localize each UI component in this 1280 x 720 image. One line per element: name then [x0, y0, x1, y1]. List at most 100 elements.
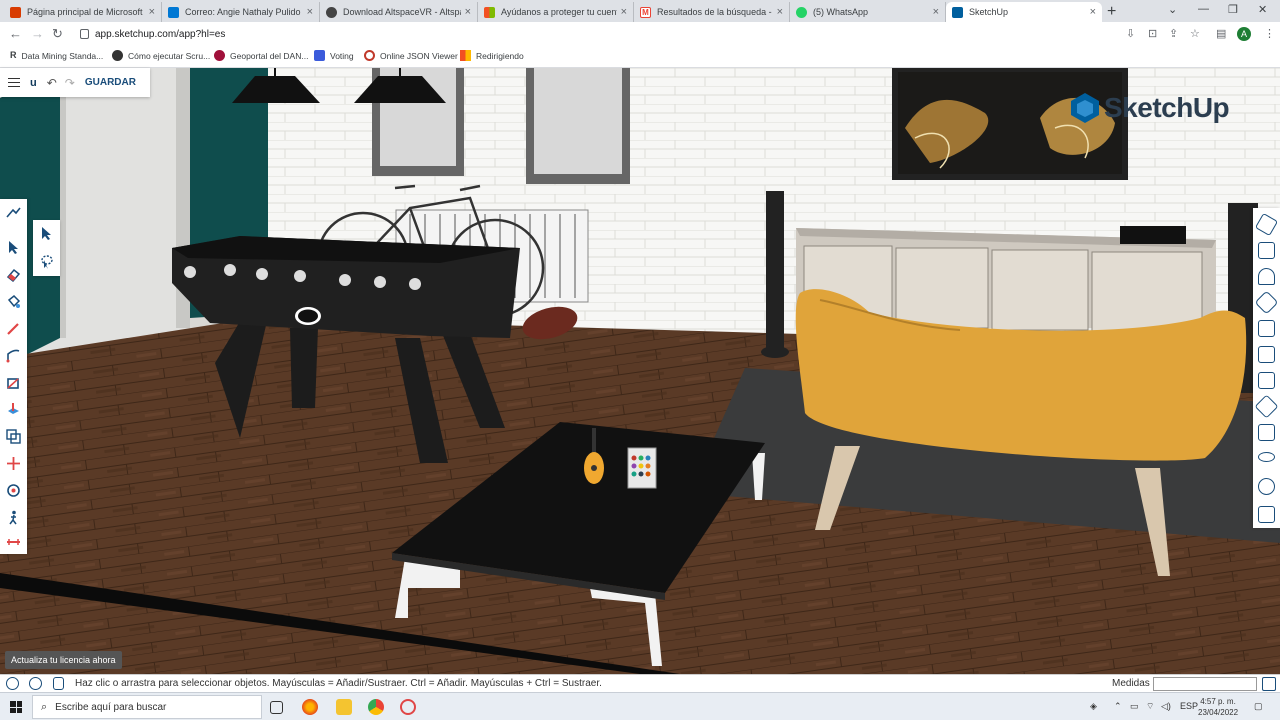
select-arrow-icon[interactable] [38, 225, 55, 242]
tape-measure-icon[interactable] [5, 534, 22, 551]
close-icon[interactable]: × [621, 6, 627, 18]
reload-icon[interactable]: ↻ [52, 26, 63, 42]
search-icon: ⌕ [41, 700, 48, 713]
windows-start-icon[interactable] [10, 701, 22, 713]
snipping-tool-icon[interactable] [400, 699, 416, 715]
glasses-icon[interactable] [1258, 452, 1275, 462]
bookmark-voting[interactable]: Voting [314, 50, 354, 61]
notifications-icon[interactable]: ▢ [1254, 701, 1263, 712]
tab-whatsapp[interactable]: (5) WhatsApp × [790, 2, 946, 22]
close-icon[interactable]: × [465, 6, 471, 18]
tab-gmail-search[interactable]: M Resultados de la búsqueda - u × [634, 2, 790, 22]
tab-protect-account[interactable]: Ayúdanos a proteger tu cuenta × [478, 2, 634, 22]
expand-icon[interactable] [1262, 677, 1276, 691]
walk-icon[interactable] [5, 204, 22, 221]
profile-avatar[interactable]: A [1237, 27, 1251, 41]
bookmark-data-mining[interactable]: R Data Mining Standa... [10, 50, 103, 61]
scenes-icon[interactable] [1258, 372, 1275, 389]
close-icon[interactable]: × [933, 6, 939, 18]
back-icon[interactable]: ← [9, 26, 22, 41]
menu-dots-icon[interactable]: ⋮ [1264, 27, 1275, 40]
tab-outlook-mail[interactable]: Correo: Angie Nathaly Pulido Ga × [162, 2, 320, 22]
side-panel-icon[interactable]: ▤ [1216, 27, 1226, 40]
display-icon[interactable] [1258, 424, 1275, 441]
globe-icon[interactable] [29, 677, 42, 690]
clock[interactable]: 4:57 p. m. 23/04/2022 [1198, 696, 1238, 718]
volume-icon[interactable]: ◁) [1161, 701, 1171, 712]
tab-search-icon[interactable]: ⌄ [1168, 3, 1177, 16]
3d-scene[interactable] [0, 68, 1280, 674]
save-button[interactable]: GUARDAR [85, 77, 136, 88]
walk-person-icon[interactable] [5, 509, 22, 526]
battery-icon[interactable]: ▭ [1130, 701, 1139, 712]
offset-icon[interactable] [5, 428, 22, 445]
firefox-icon[interactable] [302, 699, 318, 715]
restore-icon[interactable]: ❐ [1228, 3, 1238, 16]
tab-title: Ayúdanos a proteger tu cuenta [501, 7, 617, 17]
bookmark-star-icon[interactable]: ☆ [1190, 27, 1200, 40]
task-view-icon[interactable] [270, 701, 283, 714]
instructor-icon[interactable] [1258, 242, 1275, 259]
undo-icon[interactable]: ↶ [47, 76, 57, 90]
user-initial[interactable]: u [30, 77, 37, 89]
components-icon[interactable] [1254, 290, 1279, 315]
shape-icon[interactable] [5, 374, 22, 391]
file-explorer-icon[interactable] [336, 699, 352, 715]
language-indicator[interactable]: ESP [1180, 701, 1198, 711]
entity-info-icon[interactable] [1254, 212, 1279, 237]
sketchup-logo: SketchUp [1070, 92, 1230, 124]
bookmark-json-viewer[interactable]: Online JSON Viewer [364, 50, 458, 61]
new-tab-button[interactable]: + [1107, 3, 1116, 21]
install-app-icon[interactable]: ⇩ [1126, 27, 1135, 40]
push-pull-icon[interactable] [5, 401, 22, 418]
tab-sketchup[interactable]: SketchUp × [946, 2, 1102, 22]
close-icon[interactable]: × [777, 6, 783, 18]
bookmark-geoportal[interactable]: Geoportal del DAN... [214, 50, 308, 61]
minimize-icon[interactable]: — [1198, 3, 1209, 15]
show-hidden-icon[interactable]: ⌃ [1114, 701, 1122, 712]
materials-icon[interactable] [1258, 268, 1275, 285]
window-close-icon[interactable]: ✕ [1258, 3, 1267, 16]
url-text: app.sketchup.com/app?hl=es [95, 28, 226, 40]
sketchup-viewport[interactable] [0, 68, 1280, 674]
upgrade-license-button[interactable]: Actualiza tu licencia ahora [5, 651, 122, 669]
close-icon[interactable]: × [1090, 6, 1096, 18]
tags-icon[interactable] [1258, 346, 1275, 363]
translate-icon[interactable]: ⊡ [1148, 27, 1157, 40]
tool-palette [0, 199, 27, 554]
taskbar-search[interactable]: ⌕ Escribe aquí para buscar [32, 695, 262, 719]
tab-microsoft-office[interactable]: Página principal de Microsoft Of × [4, 2, 162, 22]
select-icon[interactable] [5, 239, 22, 256]
tray-app-icon[interactable]: ◈ [1090, 701, 1097, 712]
tab-title: SketchUp [969, 7, 1009, 17]
status-hint: Haz clic o arrastra para seleccionar obj… [75, 678, 602, 689]
styles-icon[interactable] [1258, 320, 1275, 337]
forward-icon[interactable]: → [31, 26, 44, 41]
close-icon[interactable]: × [307, 6, 313, 18]
lasso-icon[interactable] [38, 253, 55, 270]
eraser-icon[interactable] [5, 266, 22, 283]
measurements-input[interactable] [1153, 677, 1257, 691]
color-palette [627, 447, 657, 489]
bookmark-redirect[interactable]: Redirigiendo [460, 50, 524, 61]
bookmark-scrum[interactable]: Cómo ejecutar Scru... [112, 50, 210, 61]
help-icon[interactable] [6, 677, 19, 690]
rotate-icon[interactable] [5, 482, 22, 499]
network-icon[interactable]: ⌔ [1146, 701, 1154, 712]
info-icon[interactable] [1258, 478, 1275, 495]
chrome-icon[interactable] [368, 699, 384, 715]
move-icon[interactable] [5, 455, 22, 472]
close-icon[interactable]: × [149, 6, 155, 18]
outliner-icon[interactable] [1258, 506, 1275, 523]
redo-icon[interactable]: ↷ [65, 76, 75, 90]
share-icon[interactable]: ⇪ [1169, 27, 1178, 40]
shadows-icon[interactable] [1254, 394, 1279, 419]
paint-bucket-icon[interactable] [5, 293, 22, 310]
arc-icon[interactable] [5, 347, 22, 364]
pencil-icon[interactable] [5, 320, 22, 337]
tab-altspacevr[interactable]: Download AltspaceVR - Altspac × [320, 2, 478, 22]
instructor-toggle-icon[interactable] [53, 677, 64, 690]
address-bar[interactable]: app.sketchup.com/app?hl=es [80, 25, 225, 43]
clock-time: 4:57 p. m. [1200, 697, 1236, 706]
hamburger-menu-icon[interactable] [8, 78, 20, 87]
